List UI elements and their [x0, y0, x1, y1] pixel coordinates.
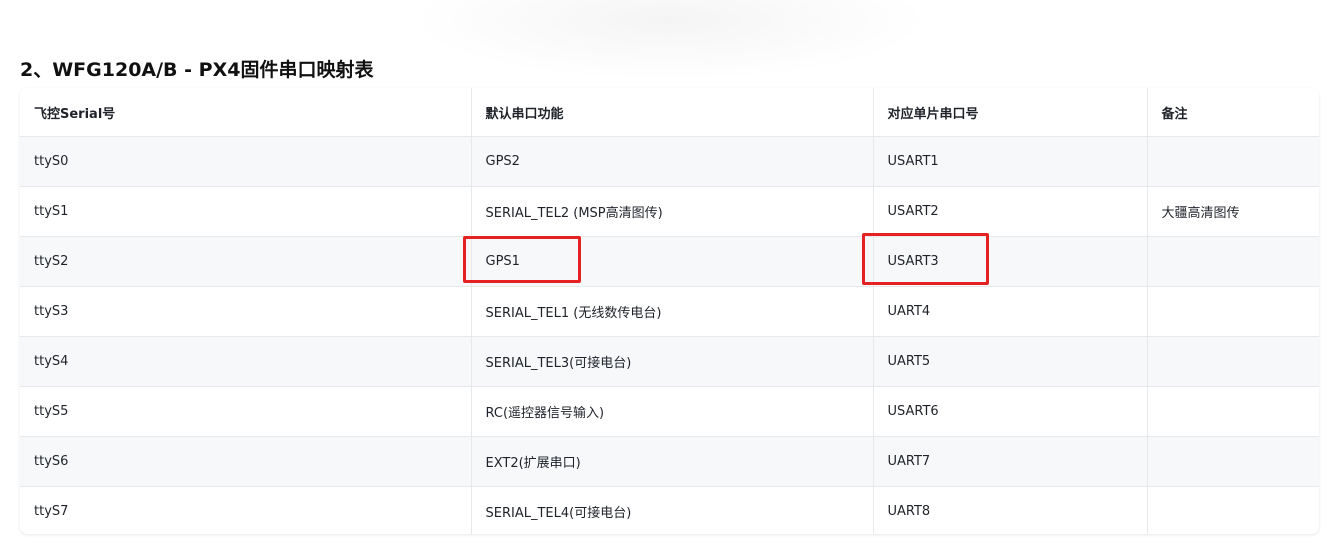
table-row: ttyS5 RC(遥控器信号输入) USART6 — [20, 386, 1319, 437]
cell-mcu-uart: UART5 — [873, 336, 1148, 387]
cell-function: GPS2 — [471, 136, 874, 187]
cell-function: SERIAL_TEL3(可接电台) — [471, 336, 874, 387]
cell-mcu-uart: UART4 — [873, 286, 1148, 337]
table-row: ttyS6 EXT2(扩展串口) UART7 — [20, 436, 1319, 487]
cell-serial: ttyS1 — [20, 186, 472, 237]
serial-mapping-table: 飞控Serial号 默认串口功能 对应单片串口号 备注 ttyS0 GPS2 U… — [20, 88, 1319, 534]
serial-mapping-table-card: 飞控Serial号 默认串口功能 对应单片串口号 备注 ttyS0 GPS2 U… — [20, 88, 1319, 534]
table-row: ttyS1 SERIAL_TEL2 (MSP高清图传) USART2 大疆高清图… — [20, 186, 1319, 237]
cell-serial: ttyS6 — [20, 436, 472, 487]
column-header-mcu-uart: 对应单片串口号 — [873, 88, 1148, 137]
cell-function: EXT2(扩展串口) — [471, 436, 874, 487]
cell-notes — [1147, 336, 1319, 387]
cell-serial: ttyS4 — [20, 336, 472, 387]
cell-serial: ttyS5 — [20, 386, 472, 437]
cell-serial: ttyS3 — [20, 286, 472, 337]
cell-function: RC(遥控器信号输入) — [471, 386, 874, 437]
cell-mcu-uart: USART1 — [873, 136, 1148, 187]
background-glow — [410, 0, 930, 80]
column-header-serial: 飞控Serial号 — [20, 88, 472, 137]
column-header-notes: 备注 — [1147, 88, 1319, 137]
cell-function: GPS1 — [471, 236, 874, 287]
cell-notes: 大疆高清图传 — [1147, 186, 1319, 237]
page-title: 2、WFG120A/B - PX4固件串口映射表 — [20, 58, 374, 81]
cell-notes — [1147, 386, 1319, 437]
cell-function: SERIAL_TEL4(可接电台) — [471, 486, 874, 534]
cell-mcu-uart: USART3 — [873, 236, 1148, 287]
table-row: ttyS0 GPS2 USART1 — [20, 136, 1319, 187]
cell-serial: ttyS7 — [20, 486, 472, 534]
cell-notes — [1147, 486, 1319, 534]
cell-function: SERIAL_TEL2 (MSP高清图传) — [471, 186, 874, 237]
table-header-row: 飞控Serial号 默认串口功能 对应单片串口号 备注 — [20, 88, 1319, 137]
cell-serial: ttyS0 — [20, 136, 472, 187]
cell-mcu-uart: USART2 — [873, 186, 1148, 237]
table-row: ttyS4 SERIAL_TEL3(可接电台) UART5 — [20, 336, 1319, 387]
cell-serial: ttyS2 — [20, 236, 472, 287]
cell-function: SERIAL_TEL1 (无线数传电台) — [471, 286, 874, 337]
cell-mcu-uart: UART7 — [873, 436, 1148, 487]
cell-notes — [1147, 136, 1319, 187]
column-header-function: 默认串口功能 — [471, 88, 874, 137]
table-row: ttyS7 SERIAL_TEL4(可接电台) UART8 — [20, 486, 1319, 534]
cell-notes — [1147, 236, 1319, 287]
cell-mcu-uart: UART8 — [873, 486, 1148, 534]
table-row: ttyS2 GPS1 USART3 — [20, 236, 1319, 287]
cell-mcu-uart: USART6 — [873, 386, 1148, 437]
table-row: ttyS3 SERIAL_TEL1 (无线数传电台) UART4 — [20, 286, 1319, 337]
cell-notes — [1147, 286, 1319, 337]
cell-notes — [1147, 436, 1319, 487]
